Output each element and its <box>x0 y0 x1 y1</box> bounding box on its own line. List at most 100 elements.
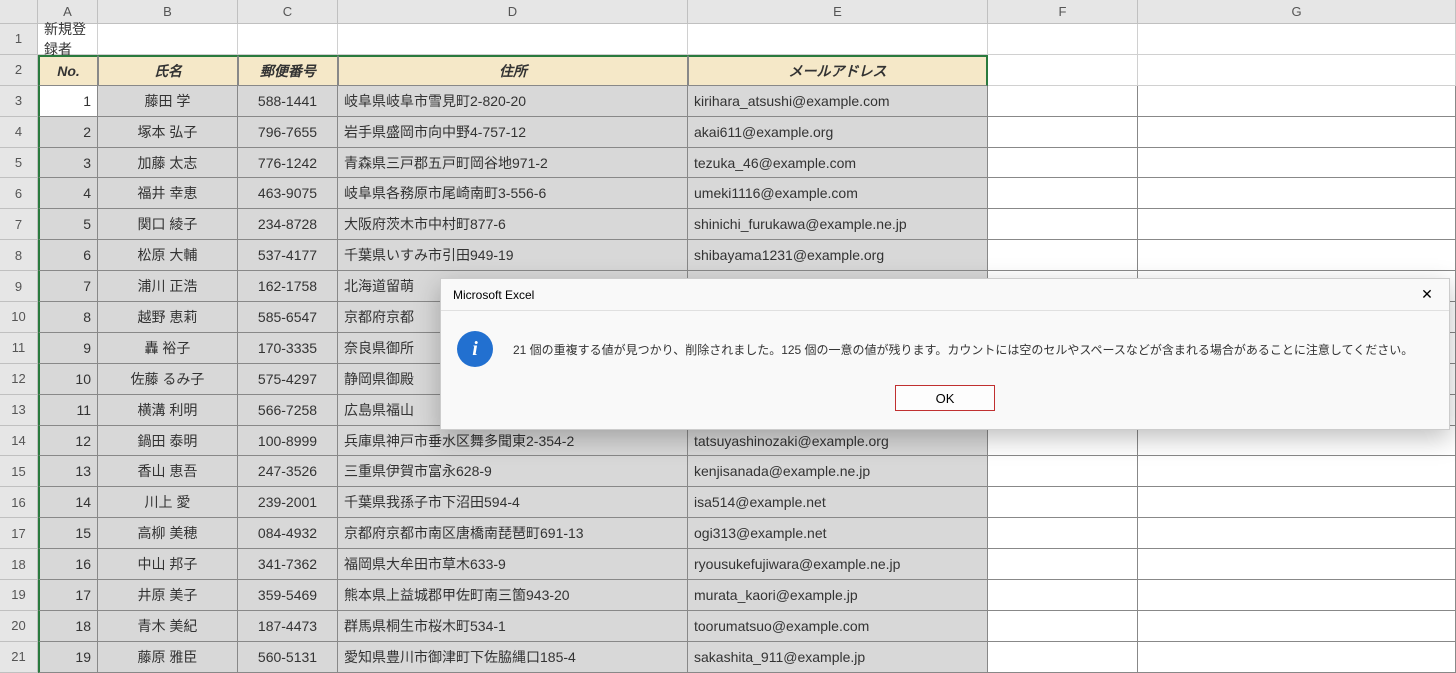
cell-postal[interactable]: 560-5131 <box>238 642 338 673</box>
empty-cell[interactable] <box>1138 611 1456 642</box>
row-header-13[interactable]: 13 <box>0 395 38 426</box>
cell-name[interactable]: 轟 裕子 <box>98 333 238 364</box>
cell-name[interactable]: 井原 美子 <box>98 580 238 611</box>
cell-email[interactable]: kirihara_atsushi@example.com <box>688 86 988 117</box>
empty-cell[interactable] <box>988 117 1138 148</box>
header-postal[interactable]: 郵便番号 <box>238 55 338 86</box>
cell-name[interactable]: 鍋田 泰明 <box>98 426 238 457</box>
cell-no[interactable]: 3 <box>38 148 98 179</box>
cell-name[interactable]: 高柳 美穂 <box>98 518 238 549</box>
cell-name[interactable]: 越野 恵莉 <box>98 302 238 333</box>
cell-name[interactable]: 横溝 利明 <box>98 395 238 426</box>
empty-cell[interactable] <box>1138 518 1456 549</box>
header-address[interactable]: 住所 <box>338 55 688 86</box>
cell-address[interactable]: 大阪府茨木市中村町877-6 <box>338 209 688 240</box>
cell-no[interactable]: 15 <box>38 518 98 549</box>
cell-no[interactable]: 12 <box>38 426 98 457</box>
cell-email[interactable]: isa514@example.net <box>688 487 988 518</box>
header-email[interactable]: メールアドレス <box>688 55 988 86</box>
row-header-18[interactable]: 18 <box>0 549 38 580</box>
cell-postal[interactable]: 776-1242 <box>238 148 338 179</box>
row-header-3[interactable]: 3 <box>0 86 38 117</box>
cell-postal[interactable]: 359-5469 <box>238 580 338 611</box>
empty-cell[interactable] <box>1138 426 1456 457</box>
empty-cell[interactable] <box>988 456 1138 487</box>
col-header-G[interactable]: G <box>1138 0 1456 24</box>
col-header-C[interactable]: C <box>238 0 338 24</box>
cell-address[interactable]: 三重県伊賀市富永628-9 <box>338 456 688 487</box>
cell-postal[interactable]: 796-7655 <box>238 117 338 148</box>
cell-address[interactable]: 千葉県いすみ市引田949-19 <box>338 240 688 271</box>
row-header-8[interactable]: 8 <box>0 240 38 271</box>
col-header-D[interactable]: D <box>338 0 688 24</box>
cell-F2[interactable] <box>988 55 1138 86</box>
empty-cell[interactable] <box>1138 117 1456 148</box>
header-name[interactable]: 氏名 <box>98 55 238 86</box>
row-header-10[interactable]: 10 <box>0 302 38 333</box>
empty-cell[interactable] <box>1138 86 1456 117</box>
row-header-14[interactable]: 14 <box>0 426 38 457</box>
cell-address[interactable]: 青森県三戸郡五戸町岡谷地971-2 <box>338 148 688 179</box>
cell-name[interactable]: 関口 綾子 <box>98 209 238 240</box>
cell-name[interactable]: 川上 愛 <box>98 487 238 518</box>
cell-G2[interactable] <box>1138 55 1456 86</box>
cell-email[interactable]: ogi313@example.net <box>688 518 988 549</box>
cell-postal[interactable]: 170-3335 <box>238 333 338 364</box>
row-header-21[interactable]: 21 <box>0 642 38 673</box>
cell-address[interactable]: 京都府京都市南区唐橋南琵琶町691-13 <box>338 518 688 549</box>
cell-postal[interactable]: 588-1441 <box>238 86 338 117</box>
row-header-6[interactable]: 6 <box>0 178 38 209</box>
cell-address[interactable]: 熊本県上益城郡甲佐町南三箇943-20 <box>338 580 688 611</box>
cell-name[interactable]: 香山 恵吾 <box>98 456 238 487</box>
row-header-2[interactable]: 2 <box>0 55 38 86</box>
row-header-11[interactable]: 11 <box>0 333 38 364</box>
cell-postal[interactable]: 247-3526 <box>238 456 338 487</box>
row-header-12[interactable]: 12 <box>0 364 38 395</box>
cell-B1[interactable] <box>98 24 238 55</box>
cell-no[interactable]: 16 <box>38 549 98 580</box>
cell-postal[interactable]: 585-6547 <box>238 302 338 333</box>
cell-no[interactable]: 4 <box>38 178 98 209</box>
col-header-E[interactable]: E <box>688 0 988 24</box>
cell-name[interactable]: 青木 美紀 <box>98 611 238 642</box>
cell-name[interactable]: 浦川 正浩 <box>98 271 238 302</box>
empty-cell[interactable] <box>1138 148 1456 179</box>
row-header-9[interactable]: 9 <box>0 271 38 302</box>
cell-E1[interactable] <box>688 24 988 55</box>
cell-no[interactable]: 8 <box>38 302 98 333</box>
col-header-F[interactable]: F <box>988 0 1138 24</box>
empty-cell[interactable] <box>988 642 1138 673</box>
cell-name[interactable]: 福井 幸恵 <box>98 178 238 209</box>
cell-no[interactable]: 9 <box>38 333 98 364</box>
cell-postal[interactable]: 566-7258 <box>238 395 338 426</box>
cell-C1[interactable] <box>238 24 338 55</box>
cell-name[interactable]: 加藤 太志 <box>98 148 238 179</box>
row-header-1[interactable]: 1 <box>0 24 38 55</box>
empty-cell[interactable] <box>1138 456 1456 487</box>
row-header-16[interactable]: 16 <box>0 487 38 518</box>
empty-cell[interactable] <box>988 580 1138 611</box>
cell-email[interactable]: umeki1116@example.com <box>688 178 988 209</box>
empty-cell[interactable] <box>988 426 1138 457</box>
empty-cell[interactable] <box>988 518 1138 549</box>
row-header-19[interactable]: 19 <box>0 580 38 611</box>
cell-postal[interactable]: 239-2001 <box>238 487 338 518</box>
cell-name[interactable]: 中山 邦子 <box>98 549 238 580</box>
cell-email[interactable]: ryousukefujiwara@example.ne.jp <box>688 549 988 580</box>
cell-no[interactable]: 2 <box>38 117 98 148</box>
cell-no[interactable]: 7 <box>38 271 98 302</box>
cell-email[interactable]: shibayama1231@example.org <box>688 240 988 271</box>
cell-postal[interactable]: 162-1758 <box>238 271 338 302</box>
cell-email[interactable]: murata_kaori@example.jp <box>688 580 988 611</box>
cell-no[interactable]: 5 <box>38 209 98 240</box>
cell-email[interactable]: shinichi_furukawa@example.ne.jp <box>688 209 988 240</box>
cell-email[interactable]: toorumatsuo@example.com <box>688 611 988 642</box>
cell-postal[interactable]: 537-4177 <box>238 240 338 271</box>
cell-postal[interactable]: 341-7362 <box>238 549 338 580</box>
cell-G1[interactable] <box>1138 24 1456 55</box>
empty-cell[interactable] <box>1138 178 1456 209</box>
empty-cell[interactable] <box>1138 240 1456 271</box>
cell-postal[interactable]: 084-4932 <box>238 518 338 549</box>
cell-no[interactable]: 17 <box>38 580 98 611</box>
cell-address[interactable]: 兵庫県神戸市垂水区舞多聞東2-354-2 <box>338 426 688 457</box>
